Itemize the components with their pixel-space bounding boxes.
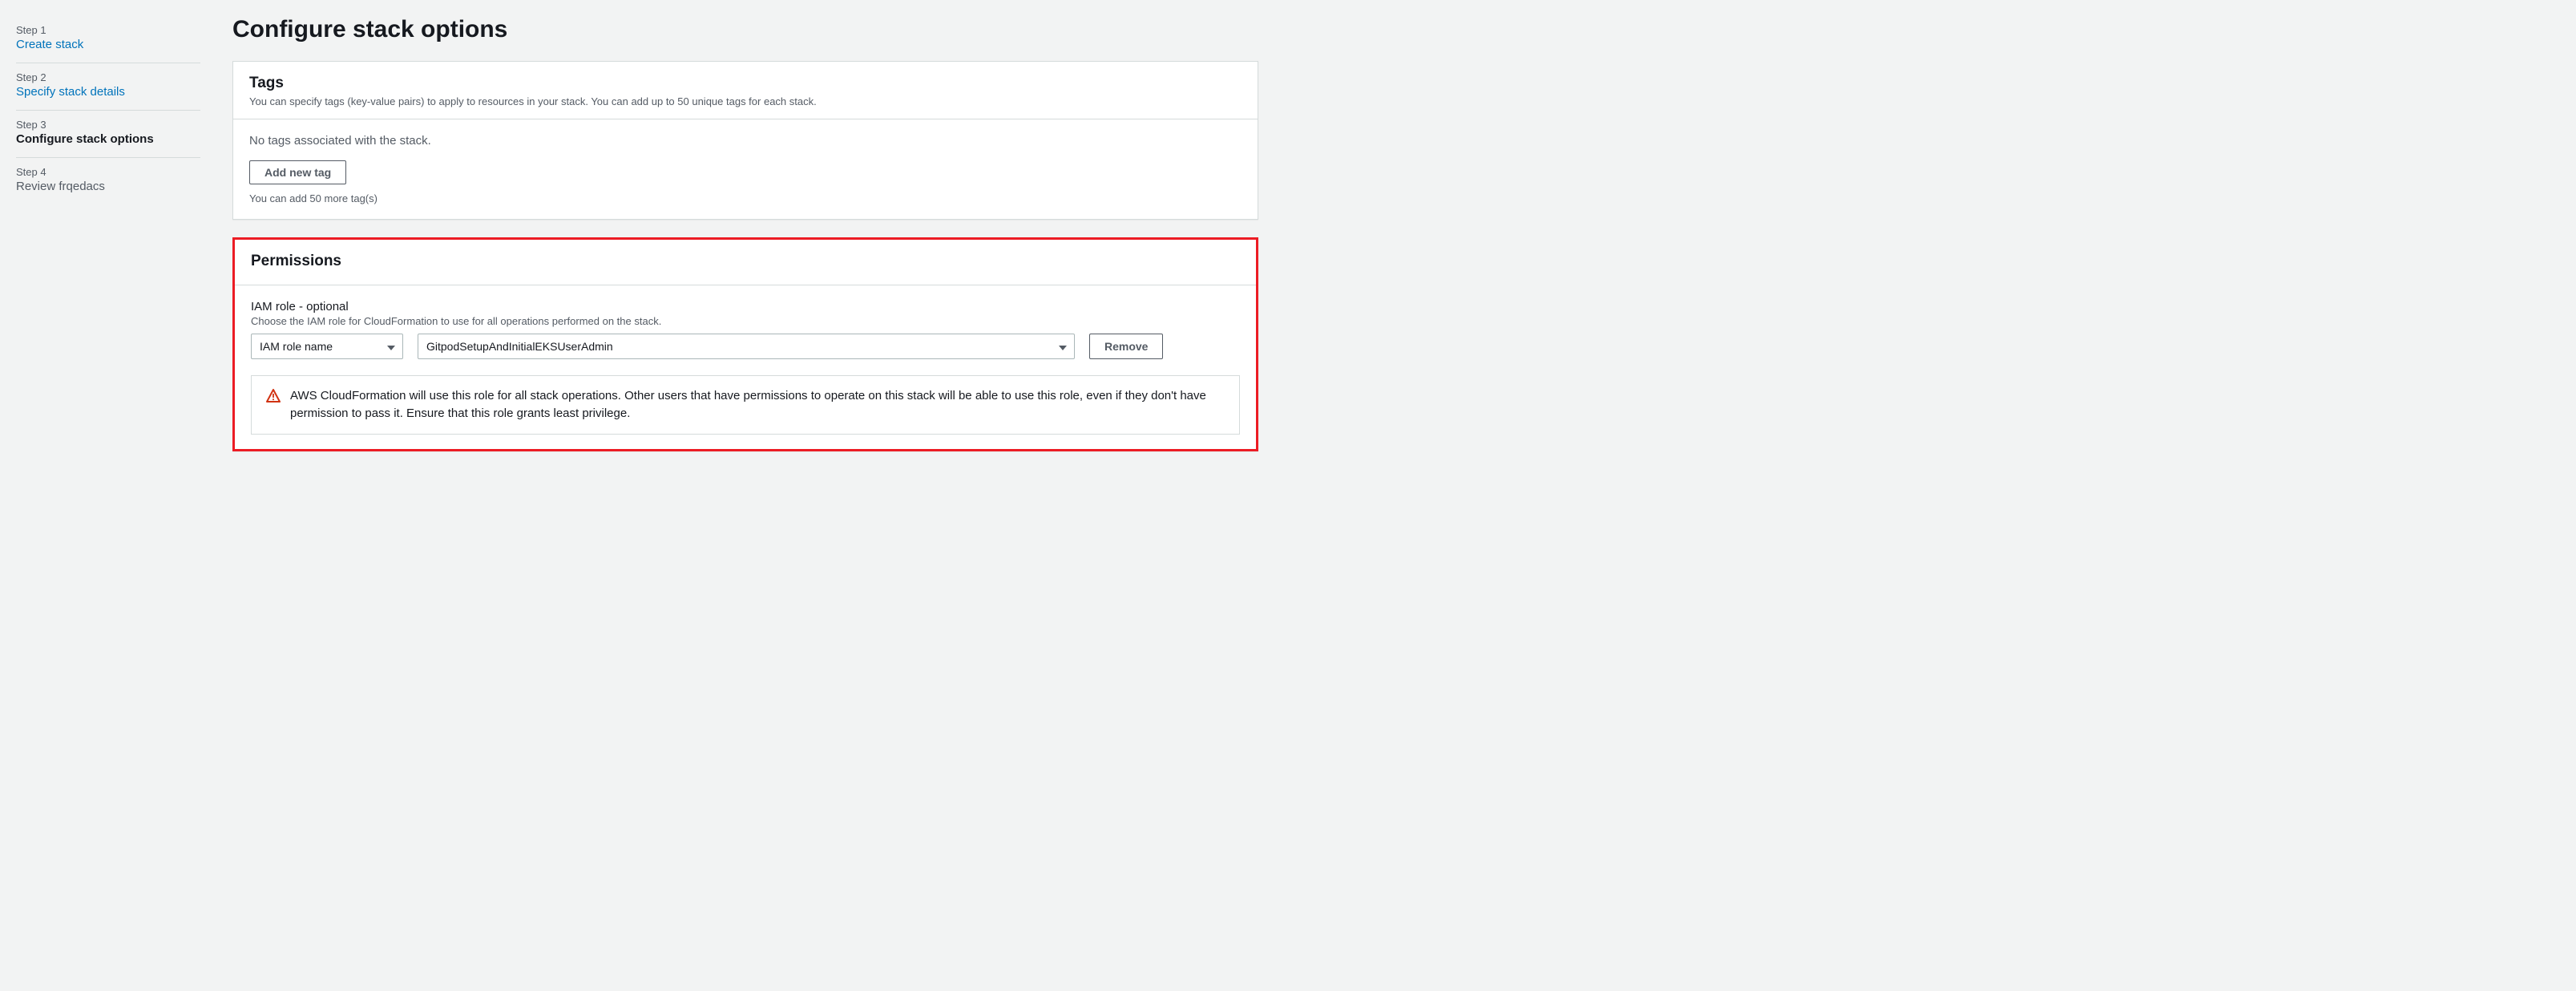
tags-empty-text: No tags associated with the stack.: [249, 134, 1242, 148]
step-title[interactable]: Specify stack details: [16, 85, 200, 99]
tags-panel: Tags You can specify tags (key-value pai…: [232, 61, 1258, 220]
add-new-tag-button[interactable]: Add new tag: [249, 160, 346, 184]
iam-role-value-select-wrap: GitpodSetupAndInitialEKSUserAdmin: [418, 334, 1075, 359]
iam-role-row: IAM role name GitpodSetupAndInitialEKSUs…: [251, 334, 1240, 359]
iam-role-label: IAM role - optional: [251, 300, 1240, 313]
step-1[interactable]: Step 1 Create stack: [16, 16, 200, 63]
iam-role-value-select[interactable]: GitpodSetupAndInitialEKSUserAdmin: [418, 334, 1075, 359]
step-2[interactable]: Step 2 Specify stack details: [16, 63, 200, 111]
permissions-warning-text: AWS CloudFormation will use this role fo…: [290, 387, 1225, 423]
step-title[interactable]: Create stack: [16, 38, 200, 51]
iam-role-type-select[interactable]: IAM role name: [251, 334, 403, 359]
step-title: Review frqedacs: [16, 180, 200, 193]
step-number: Step 4: [16, 166, 200, 178]
tags-limit-text: You can add 50 more tag(s): [249, 192, 1242, 204]
iam-role-type-select-wrap: IAM role name: [251, 334, 403, 359]
tags-panel-header: Tags You can specify tags (key-value pai…: [233, 62, 1258, 119]
wizard-steps-nav: Step 1 Create stack Step 2 Specify stack…: [16, 16, 200, 469]
step-3: Step 3 Configure stack options: [16, 111, 200, 158]
iam-role-help: Choose the IAM role for CloudFormation t…: [251, 315, 1240, 327]
tags-heading: Tags: [249, 75, 1242, 92]
remove-role-button[interactable]: Remove: [1089, 334, 1163, 359]
step-title: Configure stack options: [16, 132, 200, 146]
step-number: Step 1: [16, 24, 200, 36]
permissions-heading: Permissions: [251, 253, 1240, 270]
main-content: Configure stack options Tags You can spe…: [232, 16, 1258, 469]
permissions-panel: Permissions IAM role - optional Choose t…: [232, 237, 1258, 451]
page-title: Configure stack options: [232, 16, 1258, 43]
step-number: Step 2: [16, 71, 200, 83]
step-4: Step 4 Review frqedacs: [16, 158, 200, 204]
tags-description: You can specify tags (key-value pairs) t…: [249, 95, 1242, 107]
permissions-warning-alert: AWS CloudFormation will use this role fo…: [251, 375, 1240, 435]
warning-icon: [266, 389, 281, 406]
permissions-panel-body: IAM role - optional Choose the IAM role …: [235, 285, 1256, 449]
tags-panel-body: No tags associated with the stack. Add n…: [233, 119, 1258, 219]
step-number: Step 3: [16, 119, 200, 131]
permissions-panel-header: Permissions: [235, 240, 1256, 285]
